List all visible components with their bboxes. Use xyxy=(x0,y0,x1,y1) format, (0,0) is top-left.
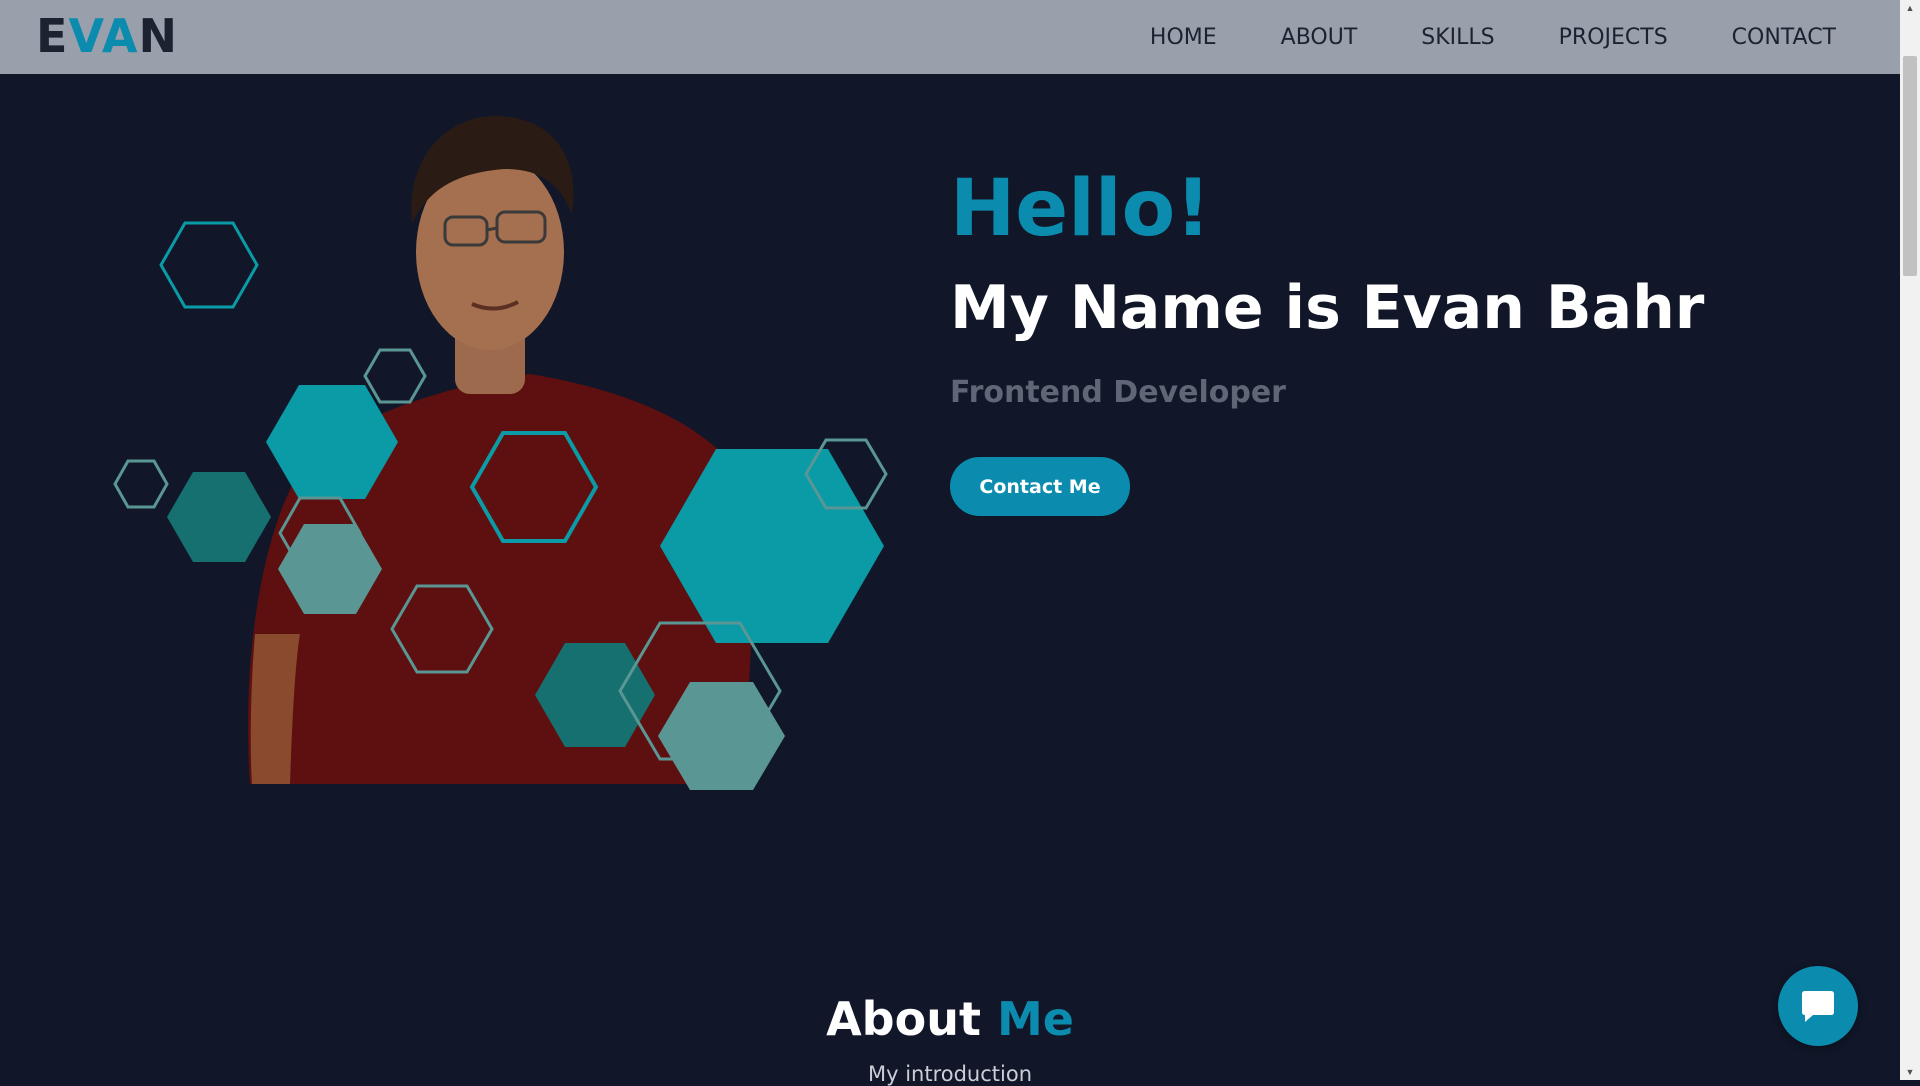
about-subtitle: My introduction xyxy=(867,1062,1033,1086)
hero-name-heading: My Name is Evan Bahr xyxy=(950,273,1705,343)
hex-outline xyxy=(113,459,169,509)
logo-letters-va: VA xyxy=(68,9,139,63)
chat-button[interactable] xyxy=(1778,966,1858,1046)
hero-role: Frontend Developer xyxy=(950,375,1286,410)
about-title-accent: Me xyxy=(996,992,1074,1046)
scrollbar-thumb[interactable] xyxy=(1903,56,1917,276)
hex-outline xyxy=(363,348,427,404)
hero-greeting: Hello! xyxy=(950,164,1211,254)
chat-bubble-icon xyxy=(1802,991,1834,1022)
hex-outline xyxy=(159,221,259,309)
nav-link-projects[interactable]: PROJECTS xyxy=(1559,25,1668,50)
page-scrollbar[interactable]: ▲ ▼ xyxy=(1900,0,1920,1080)
logo-letter-e: E xyxy=(36,9,69,63)
contact-me-button[interactable]: Contact Me xyxy=(950,457,1130,516)
logo-letter-n: N xyxy=(138,9,179,63)
hero-portrait-illustration xyxy=(113,115,888,790)
about-title-white: About xyxy=(826,992,981,1046)
nav-link-skills[interactable]: SKILLS xyxy=(1421,25,1494,50)
nav-link-about[interactable]: ABOUT xyxy=(1281,25,1358,50)
scroll-up-arrow-icon[interactable]: ▲ xyxy=(1900,0,1920,16)
about-section-title: About Me xyxy=(0,996,1900,1042)
nav-link-home[interactable]: HOME xyxy=(1150,25,1217,50)
scroll-down-arrow-icon[interactable]: ▼ xyxy=(1900,1064,1920,1080)
hex-filled xyxy=(167,472,271,562)
top-navbar: EVAN HOME ABOUT SKILLS PROJECTS CONTACT xyxy=(0,0,1900,74)
nav-links: HOME ABOUT SKILLS PROJECTS CONTACT xyxy=(1150,0,1836,74)
nav-link-contact[interactable]: CONTACT xyxy=(1732,25,1836,50)
site-logo[interactable]: EVAN xyxy=(36,13,178,59)
